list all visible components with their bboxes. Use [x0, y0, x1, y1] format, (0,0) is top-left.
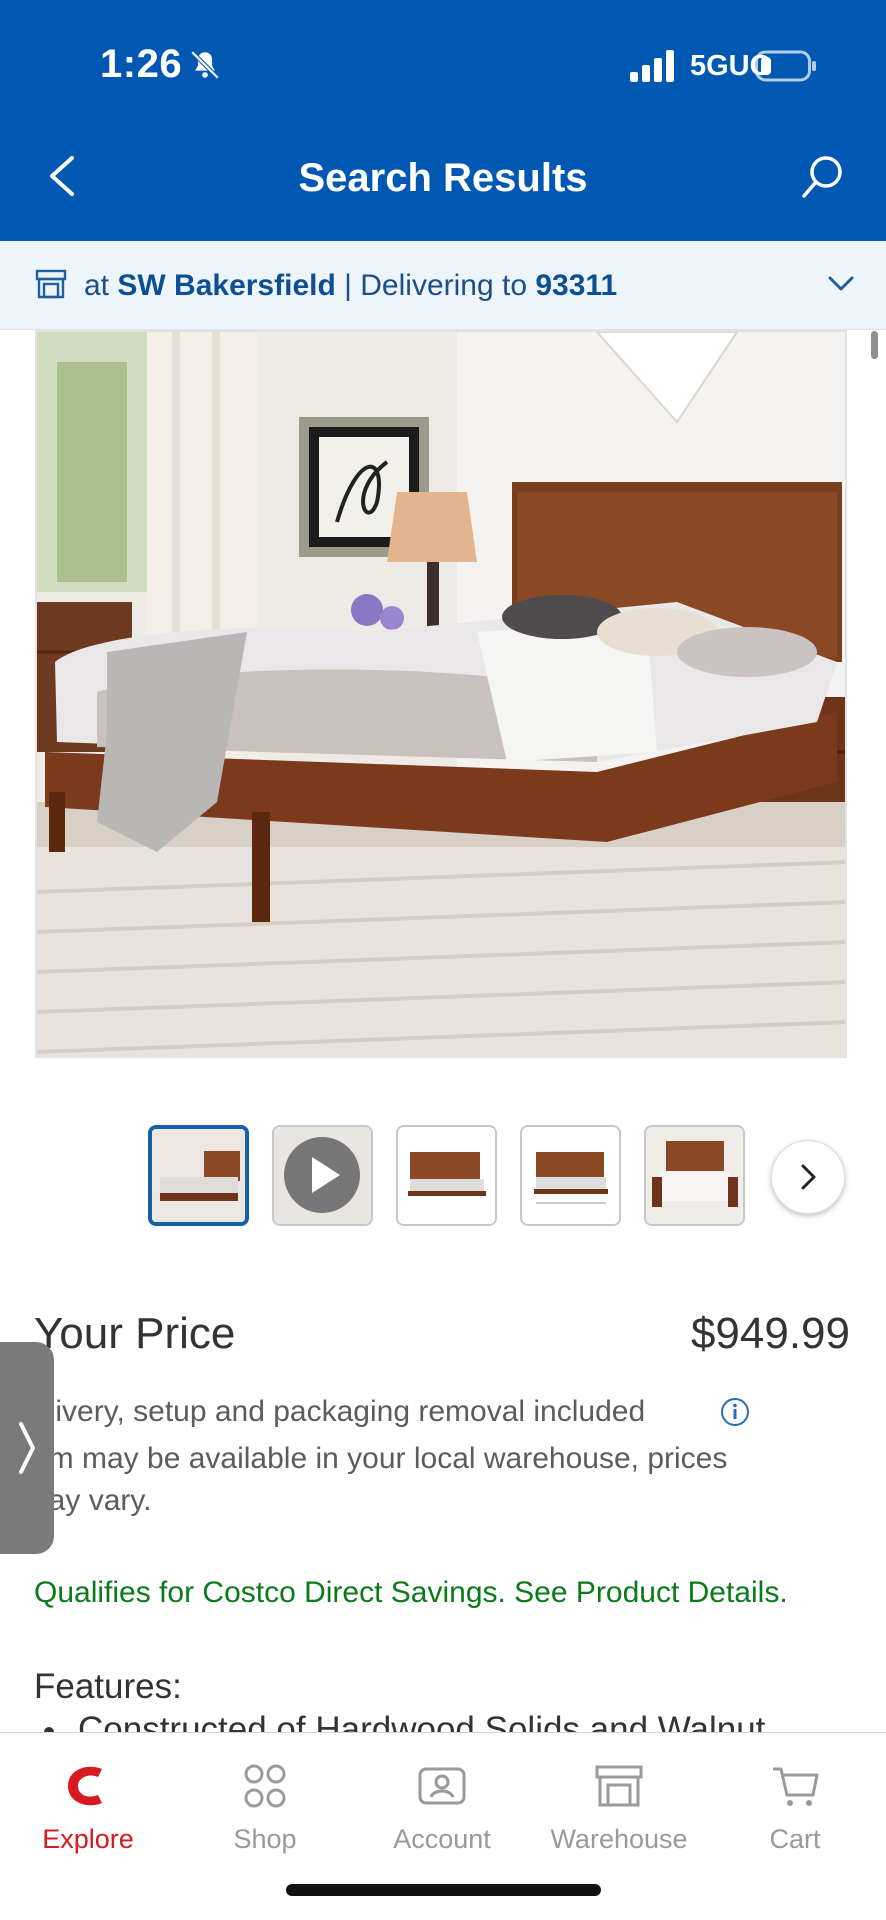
- features-title: Features:: [34, 1667, 182, 1706]
- product-image[interactable]: [35, 330, 847, 1058]
- tab-cart[interactable]: Cart: [710, 1747, 880, 1867]
- price-value: $949.99: [690, 1309, 850, 1358]
- signal-icon: [630, 50, 674, 82]
- chevron-down-icon[interactable]: [824, 267, 858, 301]
- store-icon: [35, 269, 67, 299]
- cart-icon: [773, 1767, 819, 1806]
- delivering-label: | Delivering to: [344, 269, 528, 302]
- tab-explore[interactable]: Explore: [3, 1747, 173, 1867]
- grid-circles-icon: [244, 1764, 286, 1808]
- thumbnail-bed-image: [646, 1127, 743, 1224]
- search-icon[interactable]: [800, 154, 846, 200]
- location-prefix: at: [84, 269, 110, 302]
- account-card-icon: [418, 1767, 466, 1805]
- play-video-icon: [274, 1127, 371, 1224]
- tab-account[interactable]: Account: [357, 1747, 527, 1867]
- tab-label: Shop: [233, 1824, 297, 1854]
- thumbnail-video[interactable]: [272, 1125, 373, 1226]
- chevron-right-icon: [801, 1164, 816, 1190]
- store-name: SW Bakersfield: [117, 269, 336, 302]
- tab-label: Explore: [42, 1824, 134, 1854]
- zip-code: 93311: [535, 269, 618, 302]
- price-label: Your Price: [34, 1309, 236, 1358]
- thumbnail-bed-image: [522, 1127, 619, 1224]
- home-indicator: [286, 1884, 601, 1896]
- scroll-indicator: [871, 331, 878, 359]
- app-header: 1:26 5GUC Search Results: [0, 0, 886, 241]
- battery-icon: [755, 50, 816, 82]
- bedroom-photo: [37, 332, 845, 1056]
- thumbnail-bed-image: [398, 1127, 495, 1224]
- thumbnail-5[interactable]: [644, 1125, 745, 1226]
- thumbnail-4[interactable]: [520, 1125, 621, 1226]
- tab-warehouse[interactable]: Warehouse: [534, 1747, 704, 1867]
- thumbnail-bed-image: [152, 1129, 245, 1222]
- status-time: 1:26: [100, 42, 183, 86]
- savings-link[interactable]: Qualifies for Costco Direct Savings. See…: [34, 1576, 788, 1610]
- costco-c-icon: [68, 1766, 102, 1806]
- bell-slash-icon: [190, 50, 220, 80]
- tab-label: Warehouse: [550, 1824, 688, 1854]
- tab-label: Account: [393, 1824, 491, 1854]
- tab-shop[interactable]: Shop: [180, 1747, 350, 1867]
- location-bar[interactable]: at SW Bakersfield | Delivering to 93311: [0, 241, 886, 330]
- delivery-note: elivery, setup and packaging removal inc…: [32, 1395, 646, 1428]
- thumbnail-3[interactable]: [396, 1125, 497, 1226]
- thumbnail-1[interactable]: [148, 1125, 249, 1226]
- page-title: Search Results: [298, 156, 588, 200]
- side-panel-handle[interactable]: [0, 1342, 54, 1554]
- availability-note-line1: em may be available in your local wareho…: [32, 1442, 728, 1475]
- warehouse-icon: [595, 1765, 643, 1807]
- info-icon[interactable]: [720, 1397, 750, 1427]
- chevron-right-icon: [19, 1422, 35, 1474]
- tab-label: Cart: [769, 1824, 821, 1854]
- location-text: at SW Bakersfield | Delivering to 93311: [84, 269, 617, 303]
- next-thumbnails-button[interactable]: [771, 1140, 845, 1214]
